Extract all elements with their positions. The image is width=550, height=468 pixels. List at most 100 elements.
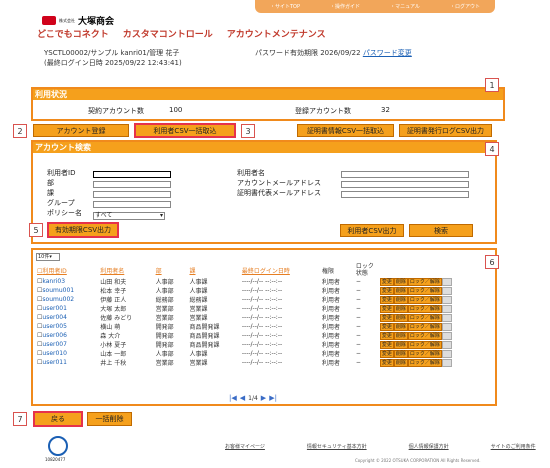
table-row: ☐user001 大塚 太郎 営業部 営業課 ----/--/-- --:--:-- 利用… <box>35 304 495 313</box>
col-user-name[interactable]: 利用者名 <box>98 263 153 277</box>
row-checkbox-cell[interactable]: ☐user007 <box>35 340 98 349</box>
row-extra-button[interactable] <box>441 340 452 349</box>
row-user-id: kanri03 <box>42 278 66 285</box>
footer-security-link[interactable]: 情報セキュリティ基本方針 <box>307 443 367 450</box>
topnav-site-top[interactable]: ・サイトTOP <box>270 3 300 10</box>
expire-csv-button[interactable]: 有効期限CSV出力 <box>47 222 119 238</box>
row-edit-button[interactable]: 変更 <box>379 340 394 349</box>
group-input[interactable] <box>93 201 171 208</box>
row-edit-button[interactable]: 変更 <box>379 286 394 295</box>
cert-email-input[interactable] <box>341 191 469 198</box>
dept-input[interactable] <box>93 181 171 188</box>
user-name-input[interactable] <box>341 171 469 178</box>
row-checkbox-cell[interactable]: ☐soumu002 <box>35 295 98 304</box>
row-lock-button[interactable]: ロック／解除 <box>407 331 442 340</box>
row-dept: 人事部 <box>155 279 174 286</box>
search-button[interactable]: 検索 <box>409 224 473 237</box>
col-user-id[interactable]: ☐利用者ID <box>35 263 98 277</box>
row-checkbox-cell[interactable]: ☐user001 <box>35 304 98 313</box>
col-section[interactable]: 課 <box>187 263 239 277</box>
bulk-delete-button[interactable]: 一括削除 <box>87 412 132 426</box>
row-extra-button[interactable] <box>441 304 452 313</box>
topnav-guide[interactable]: ・操作ガイド <box>330 3 360 10</box>
account-email-input[interactable] <box>341 181 469 188</box>
row-delete-button[interactable]: 削除 <box>393 295 408 304</box>
row-edit-button[interactable]: 変更 <box>379 358 394 367</box>
row-lock-button[interactable]: ロック／解除 <box>407 349 442 358</box>
col-dept[interactable]: 部 <box>154 263 188 277</box>
footer-privacy-link[interactable]: 個人情報保護方針 <box>409 443 449 450</box>
row-lock: − <box>355 296 361 303</box>
row-checkbox-cell[interactable]: ☐user005 <box>35 322 98 331</box>
nav-account-maintenance[interactable]: アカウントメンテナンス <box>227 27 326 40</box>
row-extra-button[interactable] <box>441 349 452 358</box>
row-delete-button[interactable]: 削除 <box>393 340 408 349</box>
row-checkbox-cell[interactable]: ☐user010 <box>35 349 98 358</box>
row-lock-button[interactable]: ロック／解除 <box>407 322 442 331</box>
row-extra-button[interactable] <box>441 277 452 286</box>
row-checkbox-cell[interactable]: ☐soumu001 <box>35 286 98 295</box>
row-delete-button[interactable]: 削除 <box>393 313 408 322</box>
back-button[interactable]: 戻る <box>33 411 83 427</box>
row-checkbox-cell[interactable]: ☐user006 <box>35 331 98 340</box>
row-extra-button[interactable] <box>441 331 452 340</box>
table-row: ☐soumu002 伊藤 正人 総務部 総務課 ----/--/-- --:--:-- 利… <box>35 295 495 304</box>
row-delete-button[interactable]: 削除 <box>393 349 408 358</box>
row-lock-button[interactable]: ロック／解除 <box>407 304 442 313</box>
nav-dokodemo[interactable]: どこでもコネクト <box>37 27 109 40</box>
row-edit-button[interactable]: 変更 <box>379 304 394 313</box>
password-change-link[interactable]: パスワード変更 <box>363 49 412 57</box>
row-user-name: 横山 萌 <box>100 324 121 331</box>
topnav-manual[interactable]: ・マニュアル <box>390 3 420 10</box>
row-checkbox-cell[interactable]: ☐user004 <box>35 313 98 322</box>
section-input[interactable] <box>93 191 171 198</box>
row-extra-button[interactable] <box>441 313 452 322</box>
row-extra-button[interactable] <box>441 322 452 331</box>
policy-select[interactable]: すべて ▾ <box>93 212 165 220</box>
row-lock-button[interactable]: ロック／解除 <box>407 286 442 295</box>
row-checkbox-cell[interactable]: ☐kanri03 <box>35 277 98 286</box>
account-search-panel: アカウント検索 利用者ID 部 課 グループ ポリシー名 すべて ▾ 利用者名 … <box>31 140 497 244</box>
row-lock-button[interactable]: ロック／解除 <box>407 358 442 367</box>
row-lock-button[interactable]: ロック／解除 <box>407 295 442 304</box>
first-page-icon[interactable]: |◀ <box>229 394 237 402</box>
row-dept: 総務部 <box>155 297 174 304</box>
row-actions: 変更 削除 ロック／解除 <box>378 304 495 313</box>
footer-mypage-link[interactable]: お客様マイページ <box>225 443 265 450</box>
prev-page-icon[interactable]: ◀ <box>240 394 245 402</box>
row-edit-button[interactable]: 変更 <box>379 277 394 286</box>
row-delete-button[interactable]: 削除 <box>393 286 408 295</box>
row-lock-button[interactable]: ロック／解除 <box>407 277 442 286</box>
row-edit-button[interactable]: 変更 <box>379 313 394 322</box>
cert-csv-import-button[interactable]: 証明書情報CSV一括取込 <box>297 124 394 137</box>
perpage-select[interactable]: 10件▾ <box>36 253 60 261</box>
account-register-button[interactable]: アカウント登録 <box>33 124 129 137</box>
last-page-icon[interactable]: ▶| <box>269 394 277 402</box>
row-checkbox-cell[interactable]: ☐user011 <box>35 358 98 367</box>
topnav-logout[interactable]: ・ログアウト <box>450 3 480 10</box>
row-delete-button[interactable]: 削除 <box>393 331 408 340</box>
user-csv-import-button[interactable]: 利用者CSV一括取込 <box>134 123 236 138</box>
row-delete-button[interactable]: 削除 <box>393 277 408 286</box>
row-extra-button[interactable] <box>441 286 452 295</box>
callout-5: 5 <box>29 223 43 237</box>
cert-log-csv-button[interactable]: 証明書発行ログCSV出力 <box>399 124 492 137</box>
user-csv-export-button[interactable]: 利用者CSV出力 <box>340 224 404 237</box>
nav-customer-control[interactable]: カスタマコントロール <box>123 27 213 40</box>
row-lock-button[interactable]: ロック／解除 <box>407 340 442 349</box>
row-lock-button[interactable]: ロック／解除 <box>407 313 442 322</box>
row-delete-button[interactable]: 削除 <box>393 358 408 367</box>
footer-terms-link[interactable]: サイトのご利用条件 <box>491 443 536 450</box>
row-edit-button[interactable]: 変更 <box>379 331 394 340</box>
row-user-name: 森 大介 <box>100 333 121 340</box>
row-edit-button[interactable]: 変更 <box>379 322 394 331</box>
user-id-input[interactable] <box>93 171 171 178</box>
row-edit-button[interactable]: 変更 <box>379 349 394 358</box>
row-delete-button[interactable]: 削除 <box>393 304 408 313</box>
row-delete-button[interactable]: 削除 <box>393 322 408 331</box>
row-edit-button[interactable]: 変更 <box>379 295 394 304</box>
row-extra-button[interactable] <box>441 295 452 304</box>
next-page-icon[interactable]: ▶ <box>261 394 266 402</box>
col-last-login[interactable]: 最終ログイン日時 <box>240 263 320 277</box>
row-extra-button[interactable] <box>441 358 452 367</box>
